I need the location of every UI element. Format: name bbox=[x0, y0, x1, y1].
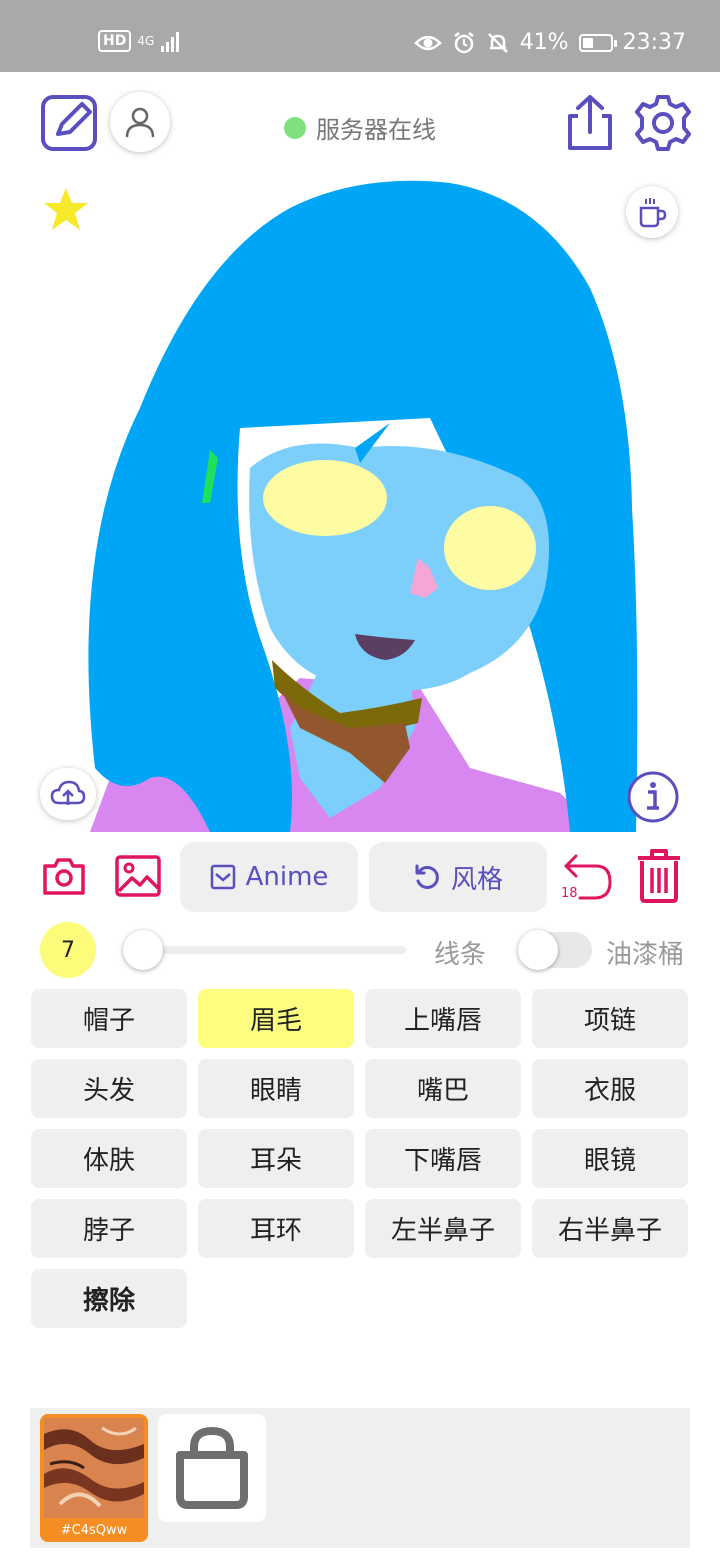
favorite-star-icon[interactable] bbox=[42, 186, 90, 232]
server-status: 服务器在线 bbox=[284, 110, 436, 145]
network-indicators: HD 4G bbox=[98, 30, 182, 52]
mute-icon bbox=[487, 32, 508, 53]
style-button[interactable]: 风格 bbox=[369, 842, 547, 912]
part-button-clothes[interactable]: 衣服 bbox=[532, 1059, 688, 1118]
right-eye-stroke bbox=[444, 506, 536, 590]
server-status-dot bbox=[284, 116, 306, 139]
part-label: 脖子 bbox=[82, 1216, 135, 1246]
undo-count: 18 bbox=[561, 886, 578, 901]
style-label: 风格 bbox=[450, 864, 503, 895]
network-type: 4G bbox=[137, 34, 155, 48]
drawing bbox=[88, 180, 638, 832]
anime-model-button[interactable]: Anime bbox=[180, 842, 358, 912]
part-button-hair[interactable]: 头发 bbox=[31, 1059, 187, 1118]
part-button-glasses[interactable]: 眼镜 bbox=[532, 1129, 688, 1188]
part-label: 眼睛 bbox=[249, 1076, 302, 1106]
part-button-neck[interactable]: 脖子 bbox=[31, 1199, 187, 1258]
part-button-earrings[interactable]: 耳环 bbox=[198, 1199, 354, 1258]
left-eye-stroke bbox=[263, 460, 387, 536]
part-button-skin[interactable]: 体肤 bbox=[31, 1129, 187, 1188]
shop-button[interactable] bbox=[158, 1414, 266, 1522]
part-button-necklace[interactable]: 项链 bbox=[532, 989, 688, 1048]
battery-percent: 41% bbox=[519, 30, 569, 55]
part-label: 耳朵 bbox=[249, 1146, 302, 1176]
part-label: 衣服 bbox=[583, 1076, 636, 1106]
trash-icon[interactable] bbox=[636, 848, 682, 904]
hd-icon: HD bbox=[98, 30, 132, 52]
share-icon[interactable] bbox=[564, 94, 616, 152]
rotate-icon bbox=[415, 864, 439, 889]
part-button-eyes[interactable]: 眼睛 bbox=[198, 1059, 354, 1118]
part-label: 项链 bbox=[583, 1006, 636, 1036]
clock: 23:37 bbox=[622, 30, 686, 55]
user-button[interactable] bbox=[110, 92, 170, 152]
camera-icon[interactable] bbox=[42, 856, 86, 896]
brush-size-indicator: 7 bbox=[40, 922, 96, 978]
brush-size-slider-thumb[interactable] bbox=[123, 930, 163, 970]
brush-size-slider-track[interactable] bbox=[150, 946, 406, 954]
drawing-canvas[interactable] bbox=[0, 168, 720, 832]
signal-icon bbox=[161, 32, 180, 52]
part-button-right-nose[interactable]: 右半鼻子 bbox=[532, 1199, 688, 1258]
system-indicators: 41% 23:37 bbox=[413, 30, 686, 55]
texture-code: #C4sQww bbox=[60, 1522, 128, 1538]
eye-icon bbox=[413, 35, 442, 50]
checkbox-icon bbox=[210, 864, 235, 890]
settings-gear-icon[interactable] bbox=[634, 94, 692, 152]
line-mode-label: 线条 bbox=[434, 940, 487, 970]
texture-thumbnail[interactable]: #C4sQww bbox=[40, 1414, 148, 1542]
part-label: 擦除 bbox=[82, 1286, 135, 1316]
part-label: 体肤 bbox=[82, 1146, 135, 1176]
part-button-erase[interactable]: 擦除 bbox=[31, 1269, 187, 1328]
brush-size-value: 7 bbox=[61, 937, 75, 963]
coffee-button[interactable] bbox=[626, 186, 678, 238]
part-button-left-nose[interactable]: 左半鼻子 bbox=[365, 1199, 521, 1258]
coffee-cup-icon bbox=[639, 198, 667, 228]
part-label: 上嘴唇 bbox=[403, 1006, 482, 1036]
part-label: 嘴巴 bbox=[416, 1076, 469, 1106]
sketch-mode-icon[interactable] bbox=[40, 94, 100, 152]
part-button-mouth[interactable]: 嘴巴 bbox=[365, 1059, 521, 1118]
anime-label: Anime bbox=[245, 862, 329, 892]
server-status-label: 服务器在线 bbox=[316, 116, 436, 144]
bucket-label: 油漆桶 bbox=[606, 940, 685, 970]
part-label: 帽子 bbox=[82, 1006, 135, 1036]
user-icon bbox=[125, 107, 155, 138]
upload-button[interactable] bbox=[40, 768, 96, 820]
part-label: 眼镜 bbox=[583, 1146, 636, 1176]
info-icon[interactable] bbox=[626, 770, 680, 824]
gallery-icon[interactable] bbox=[114, 854, 162, 898]
part-label: 耳环 bbox=[249, 1216, 302, 1246]
battery-icon bbox=[578, 33, 617, 52]
part-label: 眉毛 bbox=[249, 1006, 302, 1036]
alarm-icon bbox=[453, 31, 474, 53]
cloud-upload-icon bbox=[50, 780, 86, 805]
part-button-hat[interactable]: 帽子 bbox=[31, 989, 187, 1048]
texture-pattern-icon bbox=[44, 1418, 144, 1518]
part-label: 左半鼻子 bbox=[390, 1216, 495, 1246]
part-label: 下嘴唇 bbox=[403, 1146, 482, 1176]
part-button-upper-lip[interactable]: 上嘴唇 bbox=[365, 989, 521, 1048]
status-bar: HD 4G 41% 23:37 bbox=[0, 0, 720, 72]
part-button-eyebrows[interactable]: 眉毛 bbox=[198, 989, 354, 1048]
part-button-lower-lip[interactable]: 下嘴唇 bbox=[365, 1129, 521, 1188]
part-button-ears[interactable]: 耳朵 bbox=[198, 1129, 354, 1188]
bucket-toggle-knob[interactable] bbox=[518, 930, 558, 970]
part-label: 头发 bbox=[82, 1076, 135, 1106]
part-label: 右半鼻子 bbox=[557, 1216, 662, 1246]
shopping-bag-icon bbox=[176, 1426, 248, 1509]
